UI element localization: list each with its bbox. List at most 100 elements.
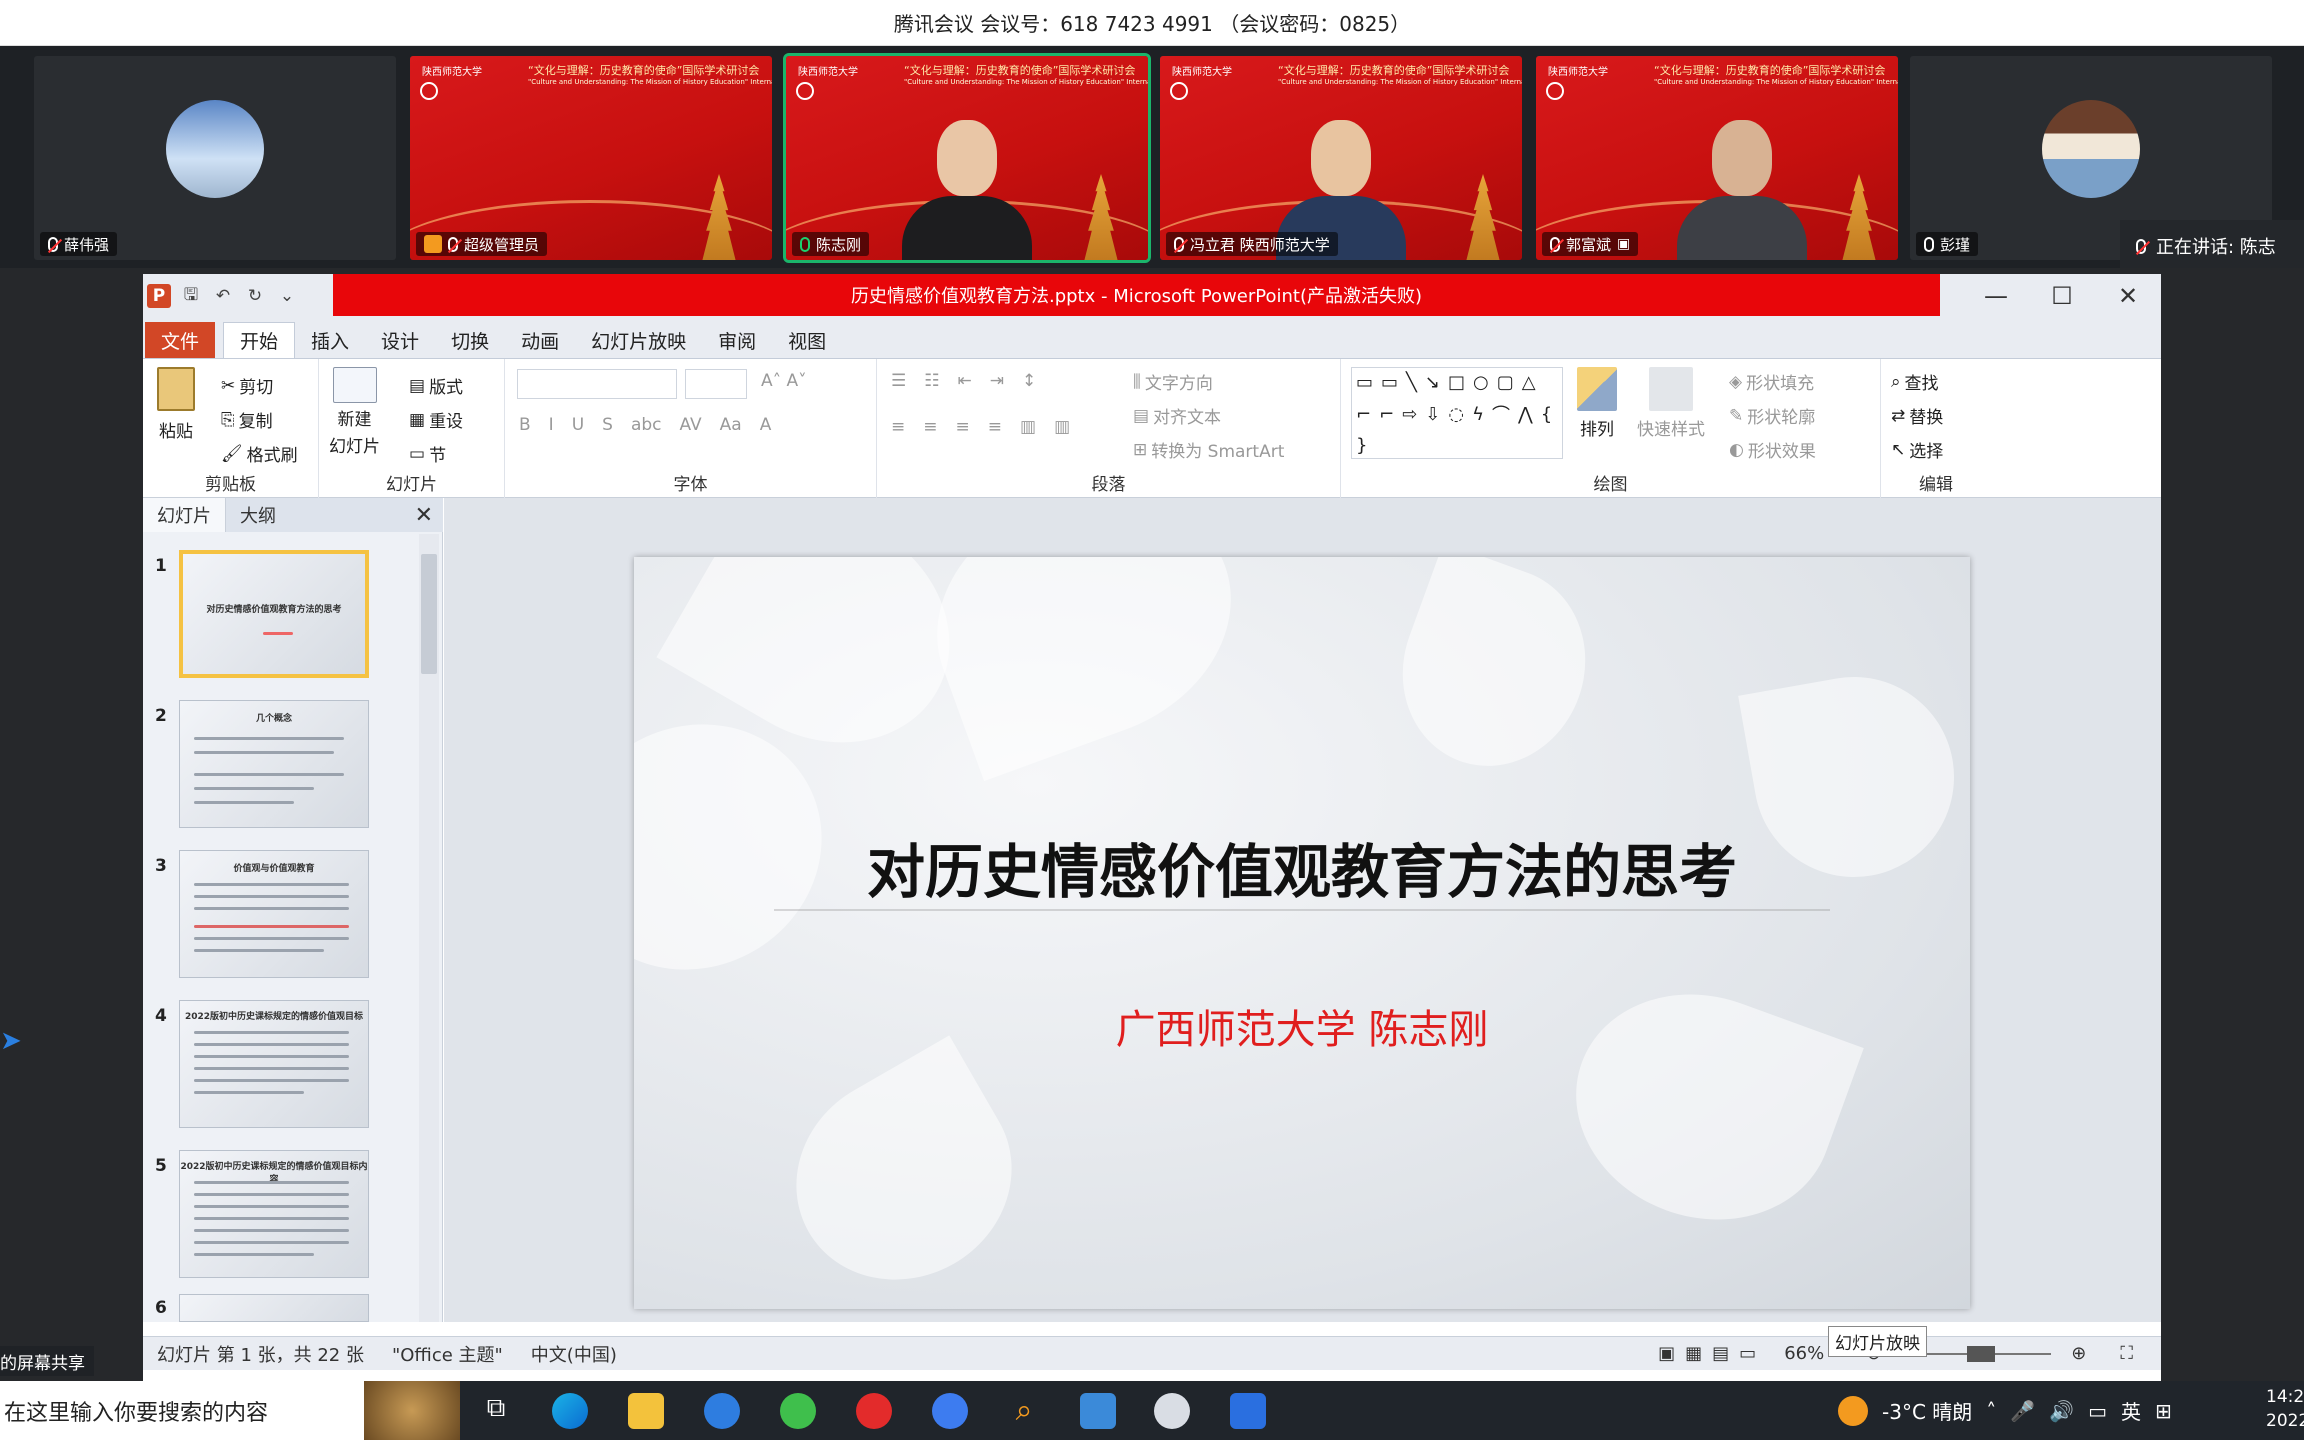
undo-icon[interactable]: ↶ [211,284,235,308]
mic-icon[interactable]: 🎤 [2010,1399,2035,1423]
language[interactable]: 中文(中国) [517,1341,631,1367]
spacing-icon[interactable]: AV [680,415,702,435]
find-button[interactable]: ⌕ 查找 [1891,369,1939,395]
customize-qat-icon[interactable]: ⌄ [275,284,299,308]
new-slide-button[interactable]: 新建 幻灯片 [329,367,380,457]
volume-icon[interactable]: 🔊 [2049,1399,2074,1423]
participant-tile[interactable]: 薛伟强 [34,56,396,260]
mail-icon[interactable] [1080,1393,1116,1429]
font-size-select[interactable] [685,369,747,399]
slide-thumbnail[interactable] [179,1294,369,1322]
grow-font-icon[interactable]: A˄ A˅ [761,371,807,391]
format-painter-button[interactable]: 🖌 格式刷 [221,441,298,467]
slide-thumbnail[interactable]: 2022版初中历史课标规定的情感价值观目标 [179,1000,369,1128]
maximize-icon[interactable]: ☐ [2029,274,2095,318]
minimize-icon[interactable]: — [1963,274,2029,318]
layout-button[interactable]: ▤ 版式 [409,373,463,399]
keyboard-icon[interactable]: ⊞ [2155,1399,2172,1423]
slide-thumbnail[interactable]: 价值观与价值观教育 [179,850,369,978]
tab-slideshow[interactable]: 幻灯片放映 [575,322,702,358]
justify-icon[interactable]: ≡ [988,417,1002,437]
paste-button[interactable]: 粘贴 [157,367,195,442]
outdent-icon[interactable]: ⇥ [990,371,1004,391]
ime-indicator[interactable]: 英 [2121,1396,2141,1425]
close-pane-icon[interactable]: ✕ [415,503,443,528]
slide-thumbnail[interactable]: 2022版初中历史课标规定的情感价值观目标内容 [179,1150,369,1278]
shape-effects-button[interactable]: ◐ 形状效果 [1729,437,1816,463]
section-button[interactable]: ▭ 节 [409,441,446,467]
line-spacing-icon[interactable]: ↕ [1022,371,1036,391]
ifly-icon[interactable] [704,1393,740,1429]
current-slide[interactable]: 对历史情感价值观教育方法的思考 广西师范大学 陈志刚 [634,557,1970,1309]
arrange-button[interactable]: 排列 [1577,367,1617,440]
tab-outline[interactable]: 大纲 [226,498,290,532]
tab-home[interactable]: 开始 [223,322,296,358]
bold-icon[interactable]: B [519,415,531,435]
fit-window-icon[interactable]: ⛶ [2106,1343,2147,1364]
indent-icon[interactable]: ⇤ [958,371,972,391]
taskbar-search[interactable]: 在这里输入你要搜索的内容 [0,1381,460,1440]
slideshow-icon[interactable]: ▭ [1739,1343,1756,1364]
case-icon[interactable]: Aa [720,415,742,435]
reset-button[interactable]: ▦ 重设 [409,407,463,433]
distributed-icon[interactable]: ▥ [1020,417,1036,437]
copy-button[interactable]: ⎘ 复制 [221,407,273,433]
netease-music-icon[interactable] [856,1393,892,1429]
shapes-gallery[interactable]: ▭ ▭ ╲ ↘ □ ○ ▢ △ ⌐ ⌐ ⇨ ⇩ ◌ ϟ ⌒ ⋀{} [1351,367,1563,459]
shape-outline-button[interactable]: ✎ 形状轮廓 [1729,403,1815,429]
smartart-button[interactable]: ⊞ 转换为 SmartArt [1133,437,1284,463]
normal-view-icon[interactable]: ▣ [1658,1343,1675,1364]
columns-icon[interactable]: ▥ [1054,417,1070,437]
participant-tile[interactable]: 陕西师范大学 “文化与理解：历史教育的使命”国际学术研讨会 "Culture a… [1160,56,1522,260]
font-color-icon[interactable]: A [760,415,772,435]
weather[interactable]: -3°C 晴朗 [1882,1396,1972,1425]
bullets-icon[interactable]: ☰ [891,371,906,391]
sorter-view-icon[interactable]: ▦ [1685,1343,1702,1364]
align-text-button[interactable]: ▤ 对齐文本 [1133,403,1221,429]
theme-name[interactable]: "Office 主题" [378,1341,517,1367]
network-icon[interactable]: ▭ [2088,1399,2107,1423]
tencent-meeting-icon[interactable] [1230,1393,1266,1429]
tab-animations[interactable]: 动画 [505,322,575,358]
participant-tile-active[interactable]: 陕西师范大学 “文化与理解：历史教育的使命”国际学术研讨会 "Culture a… [783,53,1151,263]
app-icon[interactable] [1154,1393,1190,1429]
slide-thumbnail[interactable]: 几个概念 [179,700,369,828]
cut-button[interactable]: ✂ 剪切 [221,373,273,399]
save-icon[interactable]: 🖫 [179,284,203,308]
task-view-icon[interactable]: ⧉ [478,1393,514,1429]
scrollbar-thumb[interactable] [421,554,437,674]
text-direction-button[interactable]: ⫼ 文字方向 [1133,369,1213,395]
close-icon[interactable]: ✕ [2095,274,2161,318]
wechat-icon[interactable] [780,1393,816,1429]
chevron-up-icon[interactable]: ˄ [1986,1399,1996,1423]
search-app-icon[interactable]: ⌕ [1006,1393,1042,1429]
align-right-icon[interactable]: ≡ [956,417,970,437]
italic-icon[interactable]: I [549,415,554,435]
pane-scrollbar[interactable] [419,534,439,1322]
tab-review[interactable]: 审阅 [702,322,772,358]
slide-thumbnail[interactable]: 对历史情感价值观教育方法的思考 [179,550,369,678]
zoom-in-icon[interactable]: ⊕ [2057,1343,2100,1364]
app-icon[interactable] [932,1393,968,1429]
underline-icon[interactable]: U [572,415,584,435]
shadow-icon[interactable]: S [602,415,613,435]
strike-icon[interactable]: abc [631,415,662,435]
participant-tile[interactable]: 陕西师范大学 “文化与理解：历史教育的使命”国际学术研讨会 "Culture a… [1536,56,1898,260]
align-center-icon[interactable]: ≡ [923,417,937,437]
slide-title[interactable]: 对历史情感价值观教育方法的思考 [634,825,1970,909]
select-button[interactable]: ↖ 选择 [1891,437,1943,463]
tab-design[interactable]: 设计 [365,322,435,358]
shape-fill-button[interactable]: ◈ 形状填充 [1729,369,1814,395]
reading-view-icon[interactable]: ▤ [1712,1343,1729,1364]
replace-button[interactable]: ⇄ 替换 [1891,403,1943,429]
tab-slides[interactable]: 幻灯片 [143,498,226,532]
quick-styles-button[interactable]: 快速样式 [1637,367,1705,440]
tab-view[interactable]: 视图 [772,322,842,358]
align-left-icon[interactable]: ≡ [891,417,905,437]
tab-transitions[interactable]: 切换 [435,322,505,358]
edge-icon[interactable] [552,1393,588,1429]
slide-subtitle[interactable]: 广西师范大学 陈志刚 [634,997,1970,1055]
file-explorer-icon[interactable] [628,1393,664,1429]
clock[interactable]: 14:2 2022/1 [2266,1385,2304,1433]
tab-insert[interactable]: 插入 [295,322,365,358]
